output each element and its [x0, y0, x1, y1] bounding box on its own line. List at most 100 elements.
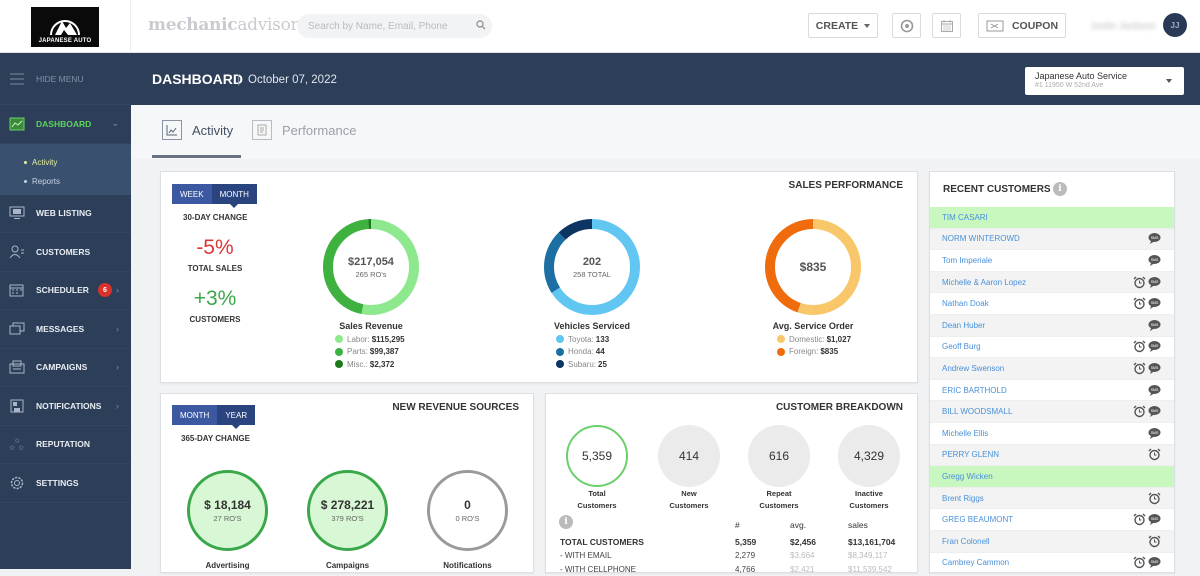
- alarm-clock-icon[interactable]: [1148, 535, 1161, 548]
- sidebar-item-scheduler[interactable]: SCHEDULER 6 ›: [0, 272, 131, 310]
- revenue-source-campaigns[interactable]: $ 278,221 379 RO'S: [307, 470, 388, 551]
- customer-name-link[interactable]: Tom Imperiale: [942, 256, 992, 265]
- customer-name-link[interactable]: Andrew Swenson: [942, 364, 1004, 373]
- sms-bubble-icon[interactable]: SMS: [1148, 340, 1161, 353]
- donut-title: Sales Revenue: [339, 321, 403, 331]
- customer-count-circle[interactable]: 414: [658, 425, 720, 487]
- recent-customer-row[interactable]: Geoff Burg SMS: [930, 336, 1174, 359]
- sms-bubble-icon[interactable]: SMS: [1148, 319, 1161, 332]
- customer-name-link[interactable]: GREG BEAUMONT: [942, 515, 1013, 524]
- recent-customer-row[interactable]: GREG BEAUMONT SMS: [930, 509, 1174, 531]
- alarm-clock-icon[interactable]: [1133, 276, 1146, 289]
- sms-bubble-icon[interactable]: SMS: [1148, 427, 1161, 440]
- customer-name-link[interactable]: BILL WOODSMALL: [942, 407, 1012, 416]
- page-header: DASHBOARD | October 07, 2022 Japanese Au…: [131, 53, 1200, 105]
- toggle-week[interactable]: WEEK: [172, 184, 212, 204]
- brand-name: mechanicadvisor: [148, 15, 299, 35]
- recent-customer-row[interactable]: Michelle Ellis SMS: [930, 422, 1174, 445]
- sidebar-item-messages[interactable]: MESSAGES ›: [0, 310, 131, 349]
- company-logo[interactable]: JAPANESE AUTO: [31, 6, 99, 47]
- alarm-clock-icon[interactable]: [1133, 556, 1146, 569]
- alarm-clock-icon[interactable]: [1133, 297, 1146, 310]
- sms-bubble-icon[interactable]: SMS: [1148, 405, 1161, 418]
- alarm-clock-icon[interactable]: [1148, 492, 1161, 505]
- alarm-clock-icon[interactable]: [1148, 448, 1161, 461]
- user-avatar[interactable]: JJ: [1163, 13, 1187, 37]
- recent-customer-row[interactable]: Michelle & Aaron Lopez SMS: [930, 271, 1174, 294]
- customer-name-link[interactable]: Dean Huber: [942, 321, 985, 330]
- customer-name-link[interactable]: Brent Riggs: [942, 494, 984, 503]
- toggle-year[interactable]: YEAR: [217, 405, 256, 429]
- recent-customer-row[interactable]: NORM WINTEROWD SMS: [930, 228, 1174, 251]
- sms-bubble-icon[interactable]: SMS: [1148, 297, 1161, 310]
- customer-count-circle[interactable]: 616: [748, 425, 810, 487]
- coupon-button[interactable]: COUPON: [978, 13, 1066, 38]
- sidebar-item-campaigns[interactable]: CAMPAIGNS ›: [0, 349, 131, 387]
- logo-container[interactable]: JAPANESE AUTO: [0, 0, 131, 53]
- sms-bubble-icon[interactable]: SMS: [1148, 513, 1161, 526]
- recent-customer-row[interactable]: Gregg Wicken: [930, 466, 1174, 488]
- sms-bubble-icon[interactable]: SMS: [1148, 232, 1161, 245]
- create-label: CREATE: [815, 19, 859, 32]
- search-input[interactable]: [297, 14, 492, 38]
- recent-customer-row[interactable]: Nathan Doak SMS: [930, 293, 1174, 315]
- sms-bubble-icon[interactable]: SMS: [1148, 276, 1161, 289]
- logo-text: JAPANESE AUTO: [38, 37, 92, 44]
- sms-bubble-icon[interactable]: SMS: [1148, 254, 1161, 267]
- submenu-activity[interactable]: Activity: [24, 153, 131, 172]
- alarm-clock-icon[interactable]: [1133, 405, 1146, 418]
- recent-customer-row[interactable]: TIM CASARI: [930, 207, 1174, 229]
- messages-icon: [8, 320, 26, 338]
- customer-name-link[interactable]: Gregg Wicken: [942, 472, 993, 481]
- sms-bubble-icon[interactable]: SMS: [1148, 384, 1161, 397]
- sidebar-item-notifications[interactable]: NOTIFICATIONS ›: [0, 387, 131, 426]
- history-button[interactable]: [892, 13, 921, 38]
- customer-name-link[interactable]: ERIC BARTHOLD: [942, 386, 1007, 395]
- alarm-clock-icon[interactable]: [1133, 513, 1146, 526]
- customer-name-link[interactable]: Michelle & Aaron Lopez: [942, 278, 1026, 287]
- recent-customer-row[interactable]: Tom Imperiale SMS: [930, 250, 1174, 272]
- recent-customer-row[interactable]: Andrew Swenson SMS: [930, 358, 1174, 380]
- user-name[interactable]: Justin Jackson: [1090, 21, 1156, 32]
- alarm-clock-icon[interactable]: [1133, 362, 1146, 375]
- customer-name-link[interactable]: Cambrey Cammon: [942, 558, 1009, 567]
- recent-customer-row[interactable]: PERRY GLENN: [930, 444, 1174, 467]
- toggle-month[interactable]: MONTH: [211, 184, 257, 208]
- customer-name-link[interactable]: PERRY GLENN: [942, 450, 999, 459]
- sidebar-item-dashboard[interactable]: DASHBOARD ⌄: [0, 105, 131, 144]
- recent-customer-row[interactable]: Fran Colonell: [930, 530, 1174, 553]
- customer-name-link[interactable]: Nathan Doak: [942, 299, 989, 308]
- revenue-source-advertising[interactable]: $ 18,184 27 RO'S: [187, 470, 268, 551]
- recent-customer-row[interactable]: BILL WOODSMALL SMS: [930, 401, 1174, 423]
- recent-customer-row[interactable]: Dean Huber SMS: [930, 314, 1174, 337]
- sms-bubble-icon[interactable]: SMS: [1148, 362, 1161, 375]
- tab-activity[interactable]: Activity: [162, 120, 233, 140]
- customer-name-link[interactable]: NORM WINTEROWD: [942, 234, 1020, 243]
- toggle-month[interactable]: MONTH: [172, 405, 218, 425]
- info-icon[interactable]: i: [1053, 182, 1067, 196]
- calendar-button[interactable]: [932, 13, 961, 38]
- sidebar-item-settings[interactable]: SETTINGS: [0, 464, 131, 503]
- recent-customer-row[interactable]: Brent Riggs: [930, 487, 1174, 510]
- customer-name-link[interactable]: Fran Colonell: [942, 537, 990, 546]
- customer-name-link[interactable]: TIM CASARI: [942, 213, 988, 222]
- recent-customer-row[interactable]: ERIC BARTHOLD SMS: [930, 379, 1174, 402]
- alarm-clock-icon[interactable]: [1133, 340, 1146, 353]
- hide-menu-button[interactable]: HIDE MENU: [0, 53, 131, 105]
- customer-count-circle[interactable]: 4,329: [838, 425, 900, 487]
- customer-name-link[interactable]: Geoff Burg: [942, 342, 981, 351]
- submenu-reports[interactable]: Reports: [24, 172, 131, 191]
- search-icon[interactable]: [476, 20, 486, 30]
- revenue-source-notifications[interactable]: 0 0 RO'S: [427, 470, 508, 551]
- location-select[interactable]: Japanese Auto Service #1 11950 W 52nd Av…: [1025, 67, 1184, 95]
- sidebar-item-reputation[interactable]: ☆ ☆ ☆ REPUTATION: [0, 426, 131, 464]
- sidebar-item-customers[interactable]: CUSTOMERS: [0, 233, 131, 272]
- recent-customer-row[interactable]: Cambrey Cammon SMS: [930, 552, 1174, 572]
- sidebar-item-web-listing[interactable]: WEB LISTING: [0, 195, 131, 233]
- customer-name-link[interactable]: Michelle Ellis: [942, 429, 988, 438]
- sms-bubble-icon[interactable]: SMS: [1148, 556, 1161, 569]
- create-button[interactable]: CREATE: [808, 13, 878, 38]
- tab-performance[interactable]: Performance: [252, 120, 356, 140]
- legend-value: $1,027: [826, 334, 852, 344]
- customer-count-circle[interactable]: 5,359: [566, 425, 628, 487]
